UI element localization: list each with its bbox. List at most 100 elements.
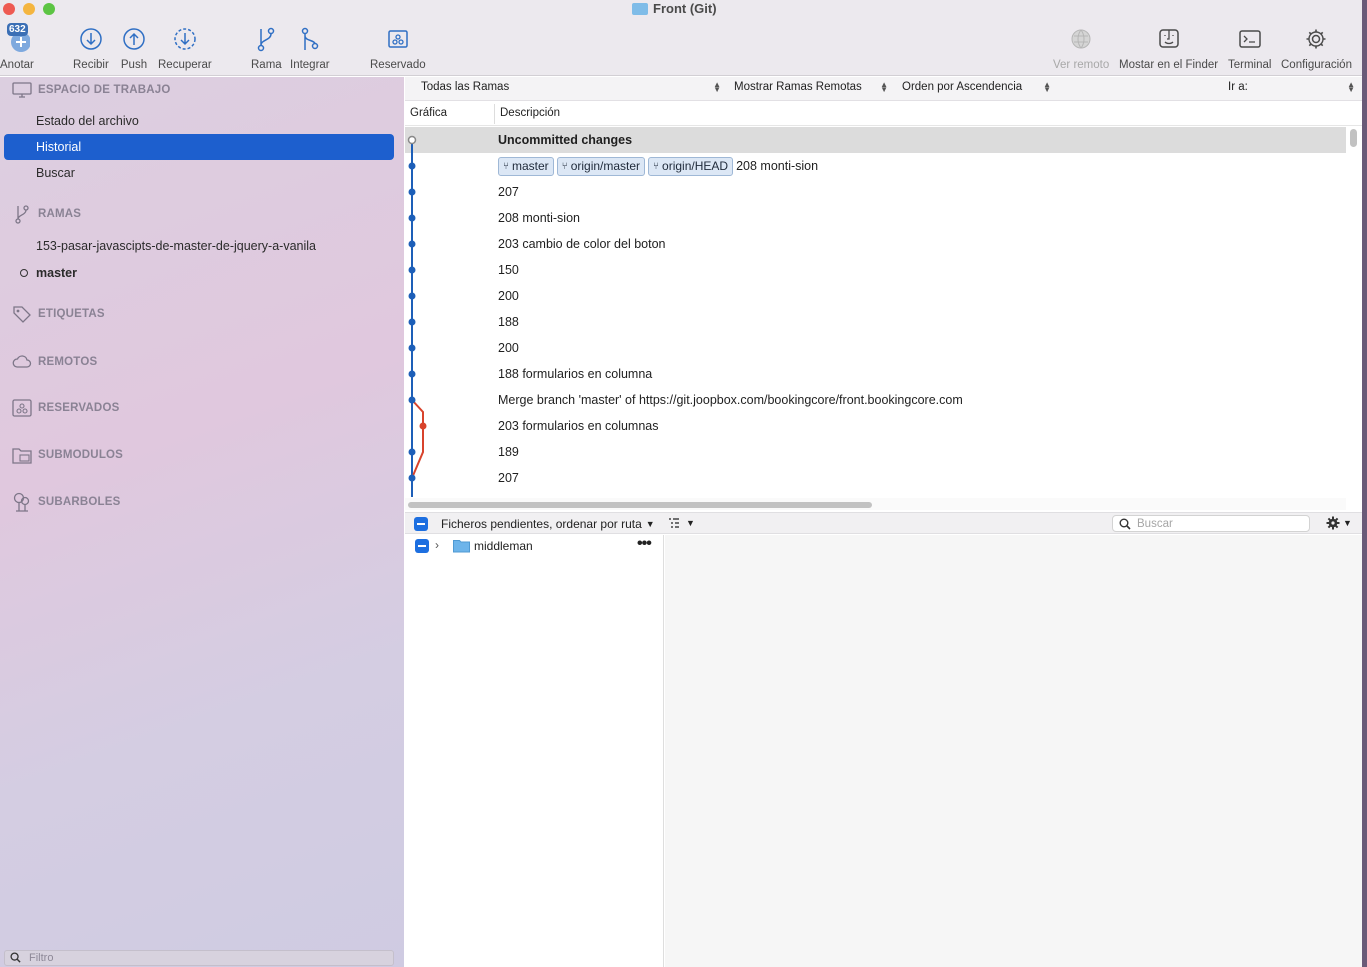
filter-input[interactable] — [29, 951, 389, 965]
commit-list-horizontal-scrollbar[interactable] — [408, 502, 872, 508]
fetch-button[interactable]: Recuperar — [158, 25, 212, 71]
sidebar-item-branch-current[interactable]: master — [4, 260, 394, 286]
branch-icon — [12, 205, 32, 224]
branch-icon: ⑂ — [653, 160, 660, 172]
commit-row[interactable]: 208 monti-sion — [405, 205, 1346, 231]
stage-all-checkbox[interactable] — [414, 517, 428, 531]
maximize-window-button[interactable] — [43, 3, 55, 15]
globe-icon — [1067, 25, 1095, 53]
file-tree-row[interactable]: › middleman ••• — [405, 535, 664, 557]
minimize-window-button[interactable] — [23, 3, 35, 15]
chevron-right-icon[interactable]: › — [435, 538, 439, 552]
terminal-icon — [1236, 25, 1264, 53]
app-window: Front (Git) Anotar 632 Recibir Push Recu… — [0, 0, 1362, 967]
history-filter-bar: Todas las Ramas ▲ ▼ Mostrar Ramas Remotas… — [405, 77, 1362, 101]
column-graph[interactable]: Gráfica — [410, 107, 447, 119]
commit-row[interactable]: ⑂ master ⑂ origin/master ⑂ origin/HEAD 208 … — [405, 153, 1346, 179]
order-select[interactable]: Orden por Ascendencia ▲ ▼ — [902, 80, 1051, 94]
commit-row[interactable]: 150 — [405, 257, 1346, 283]
graph-node — [408, 370, 416, 378]
files-search[interactable] — [1112, 515, 1310, 532]
pull-button[interactable]: Recibir — [73, 25, 109, 71]
section-remotes[interactable]: REMOTOS — [12, 353, 97, 371]
branches-select[interactable]: Todas las Ramas ▲ ▼ — [421, 81, 721, 94]
folder-icon — [453, 540, 470, 553]
search-icon — [1119, 518, 1131, 530]
chevron-down-icon: ▼ — [686, 518, 695, 528]
section-workspace[interactable]: ESPACIO DE TRABAJO — [12, 81, 170, 99]
sidebar: ESPACIO DE TRABAJO Estado del archivo Hi… — [0, 77, 404, 967]
commit-list: Uncommitted changes ⑂ master ⑂ origin/mast… — [405, 127, 1346, 497]
section-tags[interactable]: ETIQUETAS — [12, 305, 105, 323]
section-subtrees[interactable]: SUBARBOLES — [12, 492, 121, 512]
settings-button[interactable]: Configuración — [1281, 25, 1352, 71]
branch-tag-master[interactable]: ⑂ master — [498, 156, 554, 176]
sidebar-item-branch[interactable]: 153-pasar-javascipts-de-master-de-jquery… — [4, 233, 394, 259]
column-divider[interactable] — [494, 104, 495, 124]
commit-row[interactable]: 203 formularios en columnas — [405, 413, 1346, 439]
branch-button[interactable]: Rama — [251, 25, 282, 71]
section-submodules[interactable]: SUBMODULOS — [12, 446, 123, 464]
subtree-icon — [12, 492, 32, 512]
cloud-icon — [12, 353, 32, 371]
section-stashes[interactable]: RESERVADOS — [12, 399, 119, 417]
view-remote-button[interactable]: Ver remoto — [1053, 25, 1109, 71]
sidebar-item-file-status[interactable]: Estado del archivo — [4, 108, 394, 134]
commit-count-badge: 632 — [7, 23, 28, 36]
files-options-button[interactable]: ▼ — [1326, 516, 1352, 530]
commit-row[interactable]: Merge branch 'master' of https://git.joo… — [405, 387, 1346, 413]
commit-row-uncommitted[interactable]: Uncommitted changes — [405, 127, 1346, 153]
list-view-toggle[interactable]: ▼ — [668, 517, 695, 529]
files-search-input[interactable] — [1137, 516, 1307, 531]
sidebar-item-history[interactable]: Historial — [4, 134, 394, 160]
branch-tag-origin-master[interactable]: ⑂ origin/master — [556, 156, 646, 176]
commit-row[interactable]: 188 formularios en columna — [405, 361, 1346, 387]
search-icon — [10, 952, 21, 963]
graph-node-branch — [419, 422, 427, 430]
sidebar-item-search[interactable]: Buscar — [4, 160, 394, 186]
stash-button[interactable]: Reservado — [370, 25, 426, 71]
goto-select[interactable]: Ir a: ▲ ▼ — [1228, 81, 1355, 94]
branch-icon: ⑂ — [561, 160, 568, 172]
graph-node — [408, 266, 416, 274]
commit-row[interactable]: 200 — [405, 335, 1346, 361]
graph-node — [408, 318, 416, 326]
commit-row[interactable]: 189 — [405, 439, 1346, 465]
commit-row[interactable]: 203 cambio de color del boton — [405, 231, 1346, 257]
files-mode-select[interactable]: Ficheros pendientes, ordenar por ruta ▼ — [441, 517, 655, 531]
file-tree: › middleman ••• — [405, 535, 664, 967]
section-branches[interactable]: RAMAS — [12, 205, 81, 224]
column-description[interactable]: Descripción — [500, 107, 560, 119]
commit-list-scrollbar[interactable] — [1350, 129, 1357, 147]
commit-graph — [407, 135, 427, 497]
commit-row[interactable]: 188 — [405, 309, 1346, 335]
sidebar-filter[interactable] — [4, 950, 394, 966]
graph-node — [408, 344, 416, 352]
branch-tag-origin-head[interactable]: ⑂ origin/HEAD — [648, 156, 734, 176]
window-title: Front (Git) — [632, 1, 717, 16]
stash-icon — [384, 25, 412, 53]
branch-icon — [252, 25, 280, 53]
commit-row[interactable]: 207 — [405, 465, 1346, 491]
show-in-finder-button[interactable]: Mostar en el Finder — [1119, 25, 1218, 71]
gear-icon — [1302, 25, 1330, 53]
folder-icon — [632, 2, 648, 15]
submodule-icon — [12, 446, 32, 464]
stage-folder-checkbox[interactable] — [415, 539, 429, 553]
close-window-button[interactable] — [3, 3, 15, 15]
more-options-icon[interactable]: ••• — [637, 535, 652, 553]
fetch-icon — [171, 25, 199, 53]
remote-branches-select[interactable]: Mostrar Ramas Remotas ▲ ▼ — [734, 81, 888, 94]
column-headers: Gráfica Descripción — [405, 102, 1362, 126]
terminal-button[interactable]: Terminal — [1228, 25, 1271, 71]
push-icon — [120, 25, 148, 53]
commit-row[interactable]: 207 — [405, 179, 1346, 205]
push-button[interactable]: Push — [120, 25, 148, 71]
current-branch-indicator — [20, 269, 28, 277]
graph-node — [408, 240, 416, 248]
chevron-updown-icon: ▲ ▼ — [1043, 80, 1051, 94]
commit-row[interactable]: 200 — [405, 283, 1346, 309]
merge-button[interactable]: Integrar — [290, 25, 330, 71]
graph-node — [408, 474, 416, 482]
merge-icon — [296, 25, 324, 53]
